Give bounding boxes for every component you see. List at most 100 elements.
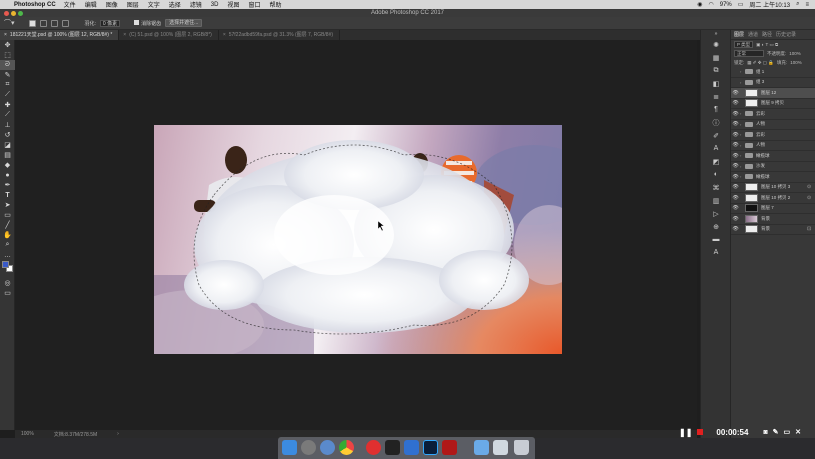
layer-row[interactable]: 👁 › 人物 xyxy=(731,120,815,130)
paths-panel-icon[interactable]: ⌘ xyxy=(701,181,731,194)
collapse-panels-icon[interactable]: » xyxy=(701,30,731,38)
navigator-panel-icon[interactable]: ⊕ xyxy=(701,220,731,233)
intersect-selection-icon[interactable] xyxy=(61,19,69,27)
color-panel-icon[interactable]: ✺ xyxy=(701,38,731,51)
layer-row[interactable]: 👁 › 人物 xyxy=(731,141,815,151)
lasso-tool-icon[interactable]: ᘐ xyxy=(0,60,15,70)
line-tool-icon[interactable]: ╱ xyxy=(0,220,15,230)
gradient-tool-icon[interactable]: ▤ xyxy=(0,150,15,160)
layer-row[interactable]: 👁 › 橄榄球 xyxy=(731,151,815,162)
battery-percent[interactable]: 97% xyxy=(720,2,732,8)
layer-row[interactable]: › 组 3 xyxy=(731,78,815,88)
clock[interactable]: 周二 上午10:13 xyxy=(749,0,790,9)
new-selection-icon[interactable] xyxy=(28,19,36,27)
tab-document-3[interactable]: × 57f22adbd59fa.psd @ 31.3% (图层 7, RGB/8#… xyxy=(219,30,341,40)
tab-document-2[interactable]: × (C) 51.psd @ 100% (图层 2, RGB/8*) xyxy=(119,30,219,40)
paragraph-panel-icon[interactable]: ¶ xyxy=(701,103,731,116)
marquee-tool-icon[interactable]: ⬚ xyxy=(0,50,15,60)
visibility-eye-icon[interactable]: 👁 xyxy=(731,100,740,106)
status-icon[interactable]: ◉ xyxy=(697,1,702,8)
launchpad-icon[interactable] xyxy=(320,440,335,455)
visibility-eye-icon[interactable]: 👁 xyxy=(731,216,740,222)
netease-music-icon[interactable] xyxy=(366,440,381,455)
wifi-icon[interactable]: ◠ xyxy=(708,1,713,8)
fill-value[interactable]: 100% xyxy=(790,60,802,65)
visibility-eye-icon[interactable]: 👁 xyxy=(731,111,740,117)
styles-panel-icon[interactable]: ◩ xyxy=(701,155,731,168)
layer-row[interactable]: 👁 图层 12 xyxy=(731,88,815,99)
layer-row[interactable]: 👁 背景 xyxy=(731,214,815,225)
glyphs-panel-icon[interactable]: A xyxy=(701,246,731,259)
menu-image[interactable]: 图像 xyxy=(106,0,118,9)
layer-row[interactable]: 👁 图层 9 拷贝 xyxy=(731,99,815,109)
zoom-level[interactable]: 100% xyxy=(21,431,34,437)
folder-icon[interactable] xyxy=(474,440,489,455)
visibility-eye-icon[interactable]: 👁 xyxy=(731,174,740,180)
search-icon[interactable]: ⌕ xyxy=(796,1,799,8)
layer-row[interactable]: 👁 图层 7 xyxy=(731,204,815,214)
menu-filter[interactable]: 滤镜 xyxy=(190,0,202,9)
subtract-selection-icon[interactable] xyxy=(50,19,58,27)
channels-panel-icon[interactable]: ◐ xyxy=(701,168,731,181)
app-menu[interactable]: Photoshop CC xyxy=(14,2,56,8)
qq-icon[interactable] xyxy=(385,440,400,455)
document-canvas[interactable] xyxy=(154,125,562,354)
close-tab-icon[interactable]: × xyxy=(223,32,226,38)
info-panel-icon[interactable]: ⓘ xyxy=(701,116,731,129)
close-tab-icon[interactable]: × xyxy=(4,32,7,38)
visibility-eye-icon[interactable]: 👁 xyxy=(731,132,740,138)
properties-panel-icon[interactable]: ≣ xyxy=(701,90,731,103)
visibility-eye-icon[interactable]: 👁 xyxy=(731,226,740,232)
layer-row[interactable]: › 组 1 xyxy=(731,67,815,78)
zoom-window-button[interactable] xyxy=(18,10,23,16)
visibility-eye-icon[interactable]: 👁 xyxy=(731,163,740,169)
brush-panel-icon[interactable]: ✐ xyxy=(701,129,731,142)
window-icon[interactable]: ▭ xyxy=(784,428,791,436)
clone-stamp-icon[interactable]: ⊥ xyxy=(0,120,15,130)
layer-kind-filter[interactable]: P 类型 xyxy=(734,41,754,48)
preview-icon[interactable] xyxy=(493,440,508,455)
pause-icon[interactable]: ❚❚ xyxy=(679,428,692,437)
history-panel-icon[interactable]: ▥ xyxy=(701,194,731,207)
more-tools-icon[interactable]: … xyxy=(0,250,15,260)
layer-row[interactable]: 👁 › 橄榄球 xyxy=(731,172,815,183)
menu-layer[interactable]: 图层 xyxy=(127,0,139,9)
close-recorder-icon[interactable]: ✕ xyxy=(795,428,801,436)
menu-type[interactable]: 文字 xyxy=(148,0,160,9)
shape-tool-icon[interactable]: ▭ xyxy=(0,210,15,220)
tab-paths[interactable]: 路径 xyxy=(762,31,772,38)
menu-window[interactable]: 窗口 xyxy=(248,0,260,9)
filter-icons[interactable]: ▣ ◐ T ▭ ⧉ xyxy=(756,42,778,48)
type-tool-icon[interactable]: T xyxy=(0,190,15,200)
menu-view[interactable]: 视图 xyxy=(227,0,239,9)
timeline-panel-icon[interactable]: ▬ xyxy=(701,233,731,246)
character-panel-icon[interactable]: A xyxy=(701,142,731,155)
path-select-icon[interactable]: ➤ xyxy=(0,200,15,210)
visibility-eye-icon[interactable]: 👁 xyxy=(731,205,740,211)
screen-mode-icon[interactable]: ▭ xyxy=(0,288,15,298)
visibility-eye-icon[interactable]: 👁 xyxy=(731,153,740,159)
visibility-eye-icon[interactable]: 👁 xyxy=(731,142,740,148)
battery-icon[interactable]: ▭ xyxy=(738,1,744,8)
menu-3d[interactable]: 3D xyxy=(211,2,219,8)
history-brush-icon[interactable]: ↺ xyxy=(0,130,15,140)
menu-edit[interactable]: 编辑 xyxy=(85,0,97,9)
close-window-button[interactable] xyxy=(4,10,9,16)
stop-icon[interactable] xyxy=(697,429,704,435)
camera-icon[interactable]: ◙ xyxy=(763,429,767,436)
blur-tool-icon[interactable]: ◆ xyxy=(0,160,15,170)
photoshop-icon[interactable] xyxy=(423,440,438,455)
crop-tool-icon[interactable]: ⌗ xyxy=(0,80,15,90)
menu-help[interactable]: 帮助 xyxy=(269,0,281,9)
document-info[interactable]: 文档:8.37M/278.5M xyxy=(54,431,97,438)
chrome-icon[interactable] xyxy=(339,440,354,455)
eyedropper-tool-icon[interactable]: ⟋ xyxy=(0,90,15,100)
quick-select-tool-icon[interactable]: ✎ xyxy=(0,70,15,80)
layer-row[interactable]: 👁 图层 10 拷贝 2 ⊙ xyxy=(731,193,815,204)
lasso-tool-preset-icon[interactable]: ⌒▾ xyxy=(4,18,15,28)
close-tab-icon[interactable]: × xyxy=(123,32,126,38)
add-selection-icon[interactable] xyxy=(39,19,47,27)
visibility-eye-icon[interactable]: 👁 xyxy=(731,195,740,201)
menu-list-icon[interactable]: ≡ xyxy=(805,2,809,8)
lock-icons[interactable]: ▦ ✐ ✥ ▢ 🔒 xyxy=(747,60,774,66)
